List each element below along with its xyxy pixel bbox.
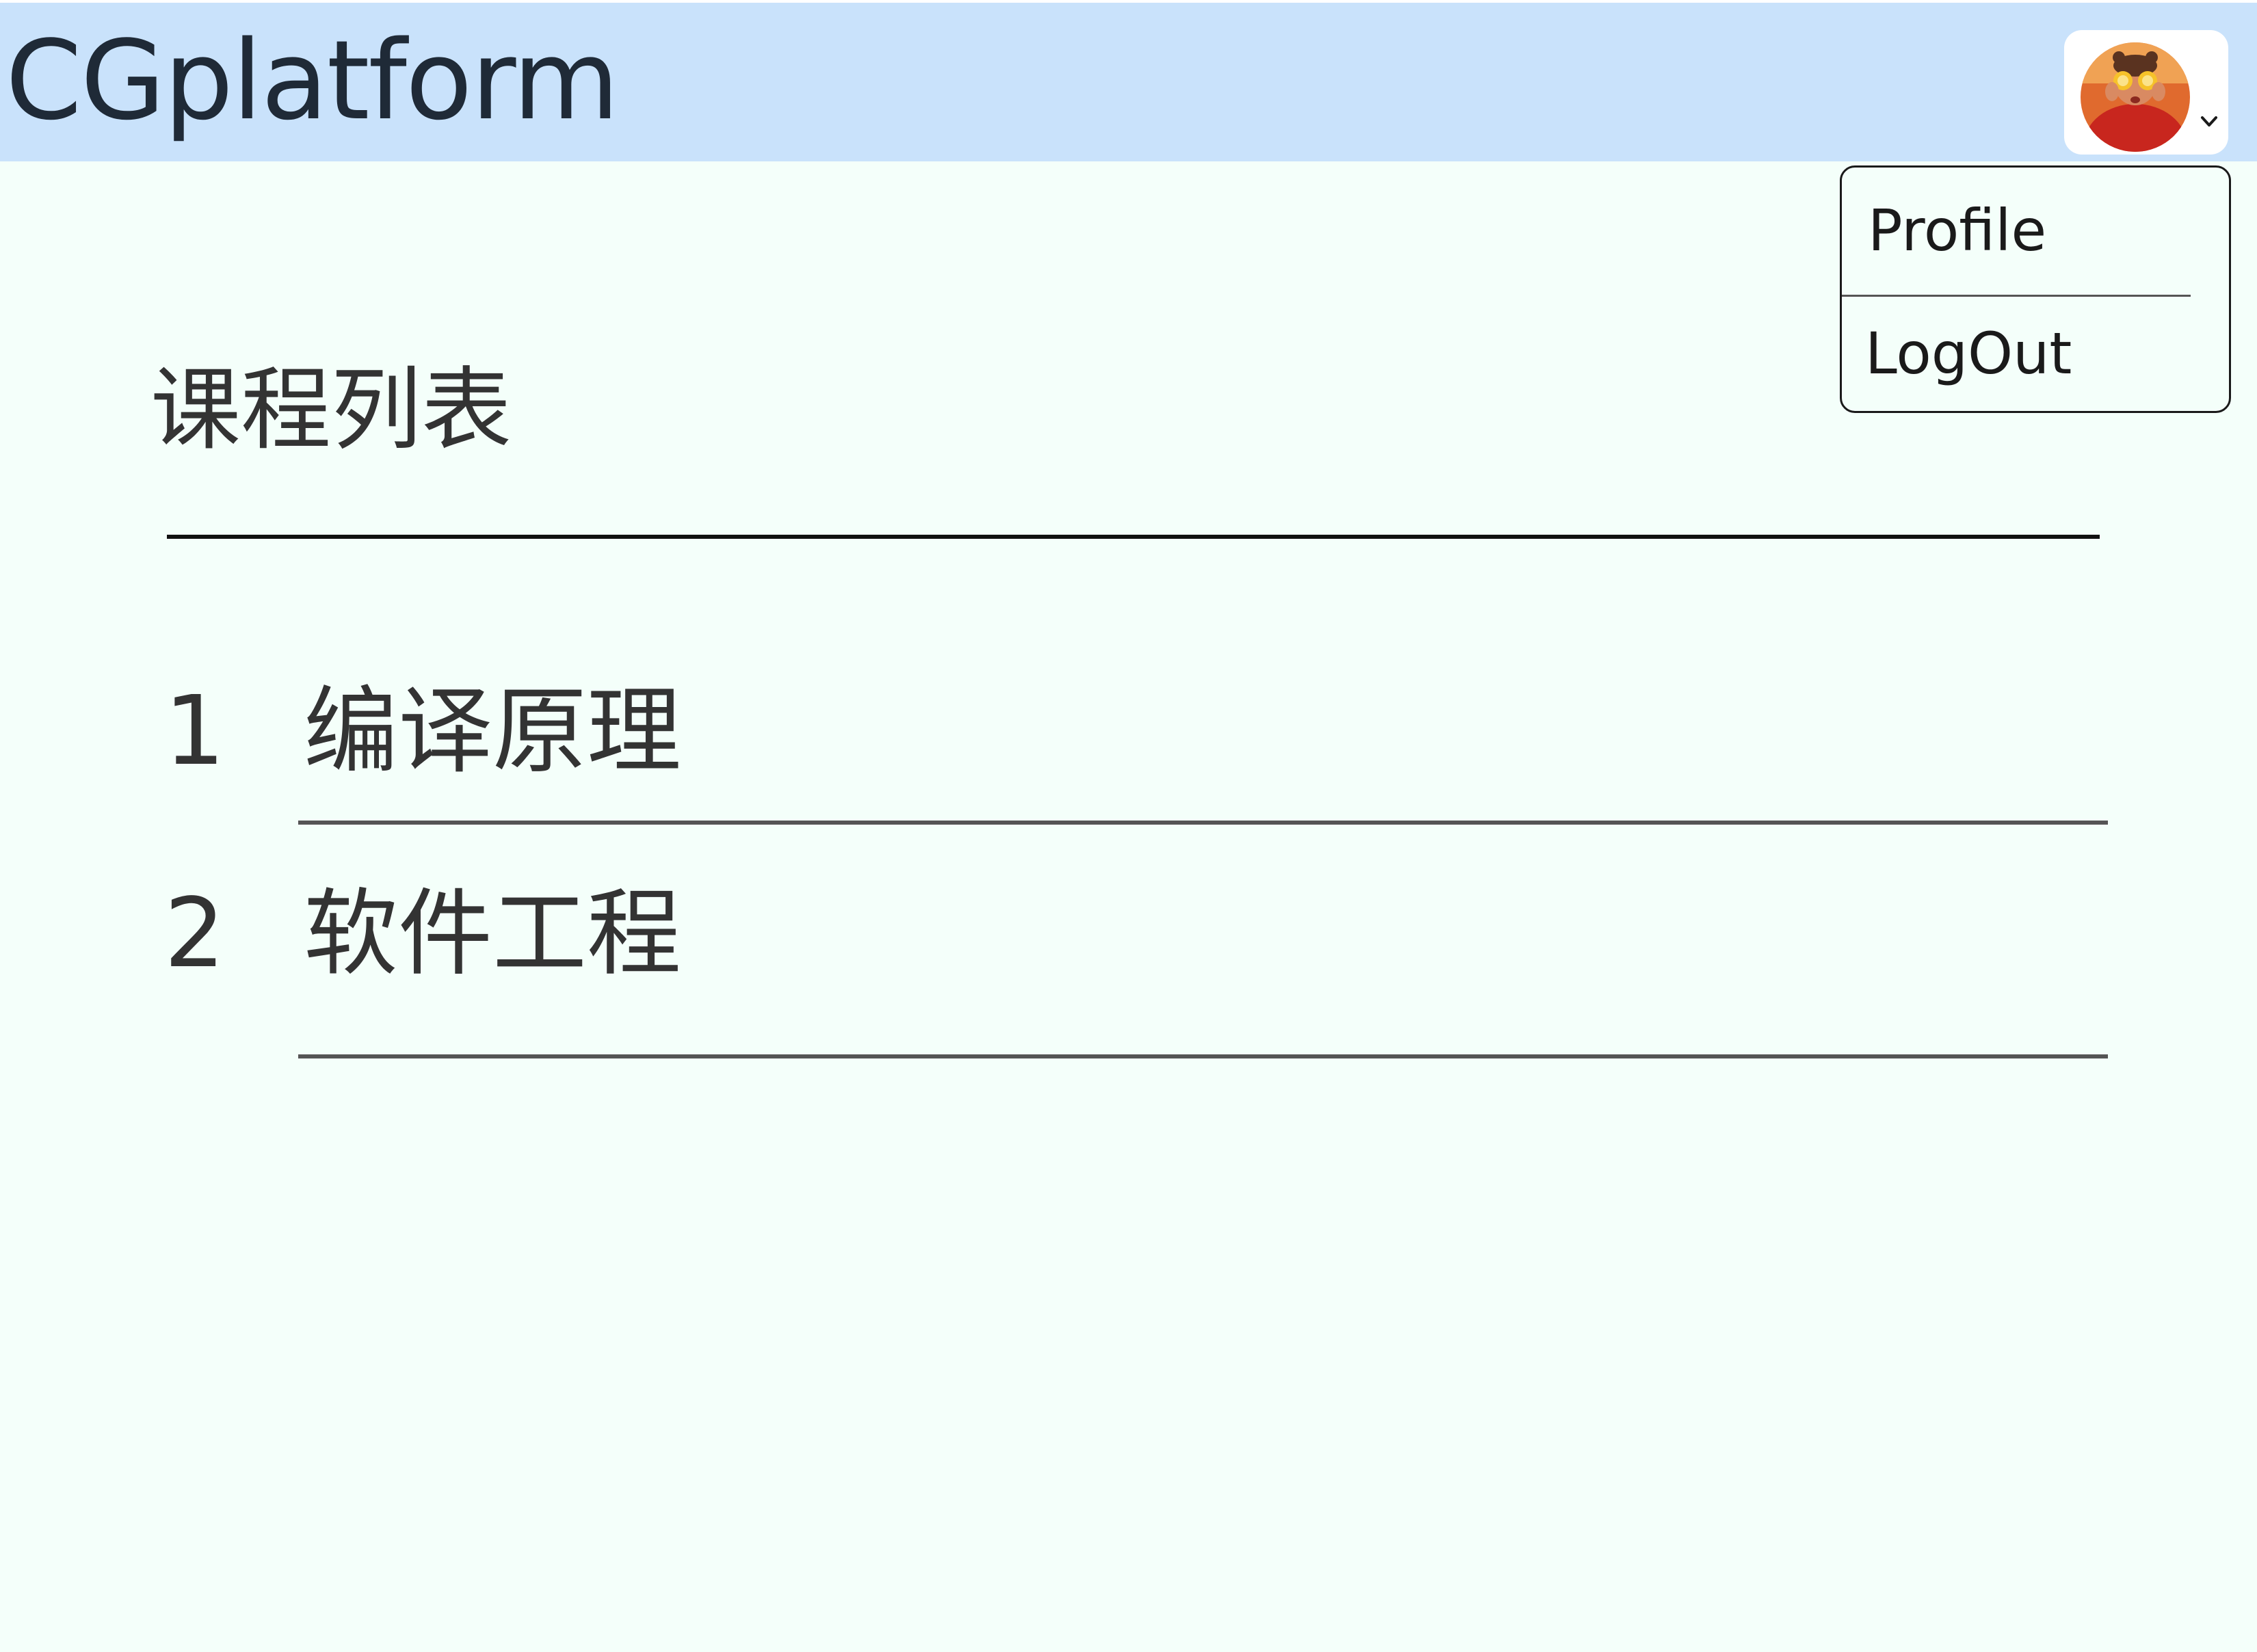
course-list-item[interactable]: 2 软件工程	[164, 878, 2108, 1060]
app-title: CGplatform	[5, 16, 620, 144]
avatar[interactable]	[2081, 42, 2190, 152]
course-list-item[interactable]: 1 编译原理	[164, 676, 2108, 834]
chevron-down-icon[interactable]	[2198, 111, 2220, 133]
course-name[interactable]: 软件工程	[304, 879, 681, 989]
course-divider	[298, 1054, 2108, 1058]
menu-divider	[1842, 295, 2191, 297]
course-index: 1	[164, 676, 226, 787]
course-name[interactable]: 编译原理	[304, 677, 681, 786]
menu-item-profile[interactable]: Profile	[1842, 196, 2255, 265]
title-divider	[167, 535, 2100, 539]
user-dropdown-menu: Profile LogOut	[1840, 165, 2231, 413]
course-index: 2	[164, 878, 226, 989]
menu-item-logout[interactable]: LogOut	[1842, 319, 2252, 388]
app-header: CGplatform	[0, 0, 2257, 161]
course-divider	[298, 821, 2108, 825]
page-title: 课程列表	[150, 358, 512, 463]
user-menu-button[interactable]	[2064, 30, 2228, 155]
